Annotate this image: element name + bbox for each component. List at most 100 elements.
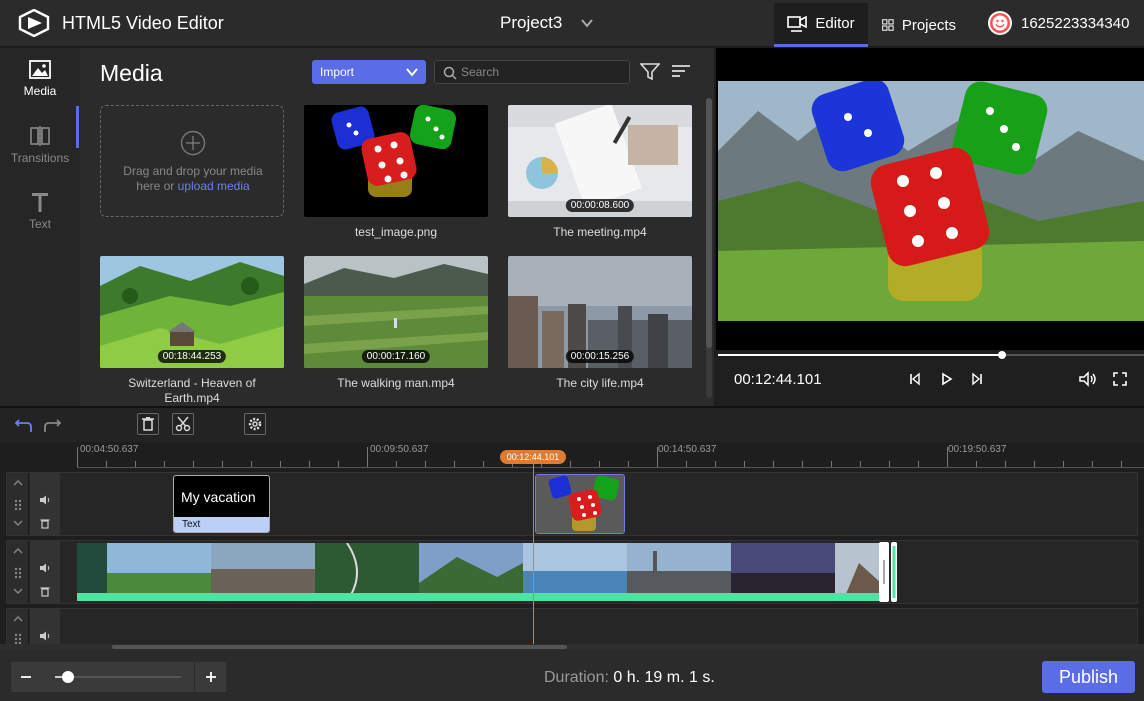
app-logo-icon bbox=[18, 9, 50, 37]
drag-handle-icon[interactable] bbox=[13, 567, 23, 579]
settings-button[interactable] bbox=[244, 413, 266, 435]
text-icon bbox=[32, 193, 48, 212]
chevron-down-icon[interactable] bbox=[580, 16, 594, 30]
step-forward-icon[interactable] bbox=[970, 371, 984, 387]
media-thumb-walking-man[interactable]: 00:00:17.160 bbox=[304, 256, 488, 368]
ruler-minor-tick bbox=[251, 461, 252, 467]
play-icon[interactable] bbox=[940, 371, 954, 387]
track-handle[interactable] bbox=[7, 609, 29, 647]
volume-icon[interactable] bbox=[39, 631, 51, 641]
duration-value: 0 h. 19 m. 1 s. bbox=[613, 669, 715, 686]
tab-projects[interactable]: Projects bbox=[870, 3, 968, 47]
playhead-time[interactable]: 00:12:44.101 bbox=[500, 450, 566, 464]
delete-button[interactable] bbox=[137, 413, 159, 435]
track-handle[interactable] bbox=[7, 541, 29, 603]
project-name[interactable]: Project3 bbox=[500, 13, 562, 33]
nav-transitions-label: Transitions bbox=[10, 151, 70, 165]
ruler-label: 00:19:50.637 bbox=[948, 444, 1007, 455]
gear-icon bbox=[248, 417, 262, 431]
media-label: test_image.png bbox=[354, 225, 438, 239]
trash-icon bbox=[142, 417, 154, 431]
media-thumb-switzerland[interactable]: 00:18:44.253 bbox=[100, 256, 284, 368]
split-button[interactable] bbox=[172, 413, 194, 435]
media-thumb-meeting[interactable]: 00:00:08.600 bbox=[508, 105, 692, 217]
volume-icon[interactable] bbox=[1078, 371, 1098, 387]
search-icon bbox=[443, 66, 457, 80]
image-clip[interactable] bbox=[535, 474, 625, 534]
text-clip-title: My vacation bbox=[181, 489, 256, 505]
ruler-minor-tick bbox=[802, 461, 803, 467]
step-back-icon[interactable] bbox=[908, 371, 922, 387]
nav-item-text[interactable]: Text bbox=[0, 191, 80, 231]
track-controls bbox=[30, 609, 60, 647]
duration-badge: 00:00:15.256 bbox=[565, 350, 635, 363]
footer-bar: Duration: 0 h. 19 m. 1 s. Publish bbox=[0, 650, 1144, 701]
timeline-ruler[interactable]: 00:04:50.637 00:09:50.637 00:14:50.637 0… bbox=[77, 442, 1144, 468]
minus-icon bbox=[21, 676, 31, 678]
ruler-minor-tick bbox=[483, 461, 484, 467]
media-label: Switzerland - Heaven of Earth.mp4 bbox=[128, 376, 256, 405]
media-thumb-test-image[interactable] bbox=[304, 105, 488, 217]
ruler-minor-tick bbox=[106, 461, 107, 467]
text-clip-tag: Text bbox=[174, 517, 269, 532]
nav-media-label: Media bbox=[23, 84, 57, 98]
redo-icon[interactable] bbox=[42, 416, 62, 434]
trash-icon[interactable] bbox=[40, 518, 50, 529]
top-bar: HTML5 Video Editor Project3 Editor Proje… bbox=[0, 0, 1144, 47]
track-audio bbox=[6, 608, 1138, 648]
sort-icon[interactable] bbox=[671, 64, 691, 78]
upload-media-link[interactable]: upload media bbox=[178, 179, 250, 193]
nav-item-transitions[interactable]: Transitions bbox=[0, 125, 80, 165]
left-nav: Media Transitions Text bbox=[0, 48, 80, 406]
drop-zone[interactable]: Drag and drop your media here or upload … bbox=[100, 105, 284, 217]
ruler-minor-tick bbox=[222, 461, 223, 467]
user-menu[interactable]: 1625223334340 bbox=[988, 11, 1129, 35]
chevron-down-icon[interactable] bbox=[13, 587, 23, 595]
duration-badge: 00:00:08.600 bbox=[565, 199, 635, 212]
scrollbar-thumb[interactable] bbox=[706, 98, 712, 348]
tab-editor-label: Editor bbox=[815, 15, 855, 32]
current-time: 00:12:44.101 bbox=[734, 371, 822, 388]
zoom-slider-knob[interactable] bbox=[61, 671, 74, 683]
drag-handle-icon[interactable] bbox=[13, 499, 23, 511]
publish-button[interactable]: Publish bbox=[1042, 661, 1135, 693]
chevron-down-icon[interactable] bbox=[13, 519, 23, 527]
volume-icon[interactable] bbox=[39, 563, 51, 573]
zoom-in-button[interactable] bbox=[194, 662, 226, 692]
media-label: The meeting.mp4 bbox=[553, 225, 647, 239]
import-dropdown[interactable]: Import bbox=[312, 60, 426, 84]
trash-icon[interactable] bbox=[40, 586, 50, 597]
scissors-icon bbox=[175, 416, 191, 432]
search-input[interactable] bbox=[461, 65, 621, 79]
chevron-up-icon[interactable] bbox=[13, 479, 23, 487]
nav-text-label: Text bbox=[28, 217, 51, 231]
tab-editor[interactable]: Editor bbox=[774, 3, 868, 47]
text-clip[interactable]: My vacation Text bbox=[173, 475, 270, 533]
user-id: 1625223334340 bbox=[1021, 14, 1130, 32]
app-title: HTML5 Video Editor bbox=[62, 13, 224, 33]
playhead-line[interactable] bbox=[533, 464, 534, 644]
fullscreen-icon[interactable] bbox=[1112, 371, 1128, 387]
ruler-minor-tick bbox=[599, 461, 600, 467]
chevron-up-icon[interactable] bbox=[13, 615, 23, 623]
chevron-up-icon[interactable] bbox=[13, 547, 23, 555]
media-thumb-city-life[interactable]: 00:00:15.256 bbox=[508, 256, 692, 368]
zoom-out-button[interactable] bbox=[11, 662, 41, 692]
nav-item-media[interactable]: Media bbox=[0, 60, 80, 98]
ruler-minor-tick bbox=[193, 461, 194, 467]
filter-icon[interactable] bbox=[640, 63, 660, 81]
ruler-minor-tick bbox=[135, 461, 136, 467]
scrollbar-thumb[interactable] bbox=[112, 645, 567, 649]
undo-icon[interactable] bbox=[14, 416, 34, 434]
duration-badge: 00:00:17.160 bbox=[361, 350, 431, 363]
import-label: Import bbox=[320, 65, 355, 79]
clip-resize-handle[interactable] bbox=[879, 542, 897, 602]
progress-bar[interactable] bbox=[718, 351, 1144, 359]
track-handle[interactable] bbox=[7, 473, 29, 535]
zoom-slider[interactable] bbox=[41, 662, 194, 692]
ruler-minor-tick bbox=[164, 461, 165, 467]
chevron-down-icon bbox=[406, 68, 418, 77]
volume-icon[interactable] bbox=[39, 495, 51, 505]
media-scrollbar[interactable] bbox=[706, 98, 712, 398]
ruler-minor-tick bbox=[918, 461, 919, 467]
